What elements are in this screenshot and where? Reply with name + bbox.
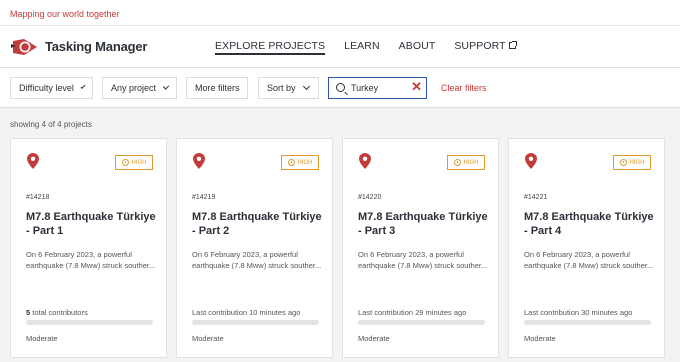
nav-learn[interactable]: LEARN: [344, 40, 380, 55]
project-description: On 6 February 2023, a powerful earthquak…: [192, 250, 322, 270]
more-filters-label: More filters: [195, 83, 240, 93]
project-description: On 6 February 2023, a powerful earthquak…: [26, 250, 156, 270]
search-box: ✕: [328, 77, 427, 99]
difficulty-label: Moderate: [358, 334, 390, 343]
search-icon: [336, 83, 345, 92]
progress-bar: [524, 320, 651, 325]
difficulty-filter-dropdown[interactable]: Difficulty level: [10, 77, 93, 99]
clock-icon: [619, 159, 627, 166]
navbar: Tasking Manager EXPLORE PROJECTS LEARN A…: [0, 26, 680, 68]
difficulty-label: Moderate: [26, 334, 58, 343]
progress-bar: [26, 320, 153, 325]
last-contribution: Last contribution 10 minutes ago: [192, 308, 301, 317]
project-id: #14219: [192, 194, 216, 201]
contributors-info: 5 total contributors: [26, 308, 88, 317]
priority-badge: HIGH: [281, 155, 319, 170]
sort-by-label: Sort by: [267, 83, 296, 93]
top-strip: Mapping our world together: [0, 0, 680, 26]
main-nav: EXPLORE PROJECTS LEARN ABOUT SUPPORT: [215, 40, 535, 55]
clock-icon: [453, 159, 461, 166]
priority-badge: HIGH: [447, 155, 485, 170]
priority-label: HIGH: [463, 159, 479, 166]
clear-search-icon[interactable]: ✕: [411, 79, 422, 95]
map-pin-icon: [359, 153, 371, 169]
filter-bar: Difficulty level Any project More filter…: [0, 68, 680, 108]
contributors-text: total contributors: [30, 308, 88, 317]
project-id: #14218: [26, 194, 50, 201]
project-id: #14220: [358, 194, 382, 201]
project-card[interactable]: HIGH #14221 M7.8 Earthquake Türkiye - Pa…: [508, 138, 665, 358]
project-title[interactable]: M7.8 Earthquake Türkiye - Part 1: [26, 210, 161, 238]
priority-badge: HIGH: [613, 155, 651, 170]
progress-bar: [192, 320, 319, 325]
priority-label: HIGH: [297, 159, 313, 166]
last-contribution: Last contribution 29 minutes ago: [358, 308, 467, 317]
external-link-icon: [508, 41, 517, 49]
nav-explore-projects[interactable]: EXPLORE PROJECTS: [215, 40, 326, 55]
project-type-label: Any project: [111, 83, 157, 93]
project-id: #14221: [524, 194, 548, 201]
project-description: On 6 February 2023, a powerful earthquak…: [358, 250, 488, 270]
chevron-down-icon: [302, 82, 310, 90]
project-card[interactable]: HIGH #14219 M7.8 Earthquake Türkiye - Pa…: [176, 138, 333, 358]
difficulty-label: Moderate: [524, 334, 556, 343]
map-pin-icon: [525, 153, 537, 169]
priority-label: HIGH: [629, 159, 645, 166]
more-filters-button[interactable]: More filters: [186, 77, 248, 99]
difficulty-label: Moderate: [192, 334, 224, 343]
chevron-down-icon: [80, 83, 86, 89]
nav-about[interactable]: ABOUT: [399, 40, 436, 55]
clear-filters-link[interactable]: Clear filters: [441, 83, 487, 93]
difficulty-filter-label: Difficulty level: [19, 83, 74, 93]
nav-support[interactable]: SUPPORT: [454, 40, 517, 55]
tagline: Mapping our world together: [10, 9, 120, 19]
project-title[interactable]: M7.8 Earthquake Türkiye - Part 4: [524, 210, 659, 238]
results-count: showing 4 of 4 projects: [10, 120, 92, 129]
project-title[interactable]: M7.8 Earthquake Türkiye - Part 3: [358, 210, 493, 238]
project-title[interactable]: M7.8 Earthquake Türkiye - Part 2: [192, 210, 327, 238]
project-type-dropdown[interactable]: Any project: [102, 77, 177, 99]
search-input[interactable]: [351, 81, 411, 95]
map-pin-icon: [193, 153, 205, 169]
project-description: On 6 February 2023, a powerful earthquak…: [524, 250, 654, 270]
sort-by-dropdown[interactable]: Sort by: [258, 77, 319, 99]
priority-badge: HIGH: [115, 155, 153, 170]
progress-bar: [358, 320, 485, 325]
project-card[interactable]: HIGH #14220 M7.8 Earthquake Türkiye - Pa…: [342, 138, 499, 358]
map-pin-icon: [27, 153, 39, 169]
tasking-manager-logo-icon[interactable]: [10, 37, 40, 57]
nav-support-label: SUPPORT: [454, 40, 506, 52]
brand-name[interactable]: Tasking Manager: [45, 39, 147, 54]
last-contribution: Last contribution 30 minutes ago: [524, 308, 633, 317]
chevron-down-icon: [162, 82, 170, 90]
project-card[interactable]: HIGH #14218 M7.8 Earthquake Türkiye - Pa…: [10, 138, 167, 358]
clock-icon: [287, 159, 295, 166]
clock-icon: [121, 159, 129, 166]
priority-label: HIGH: [131, 159, 147, 166]
